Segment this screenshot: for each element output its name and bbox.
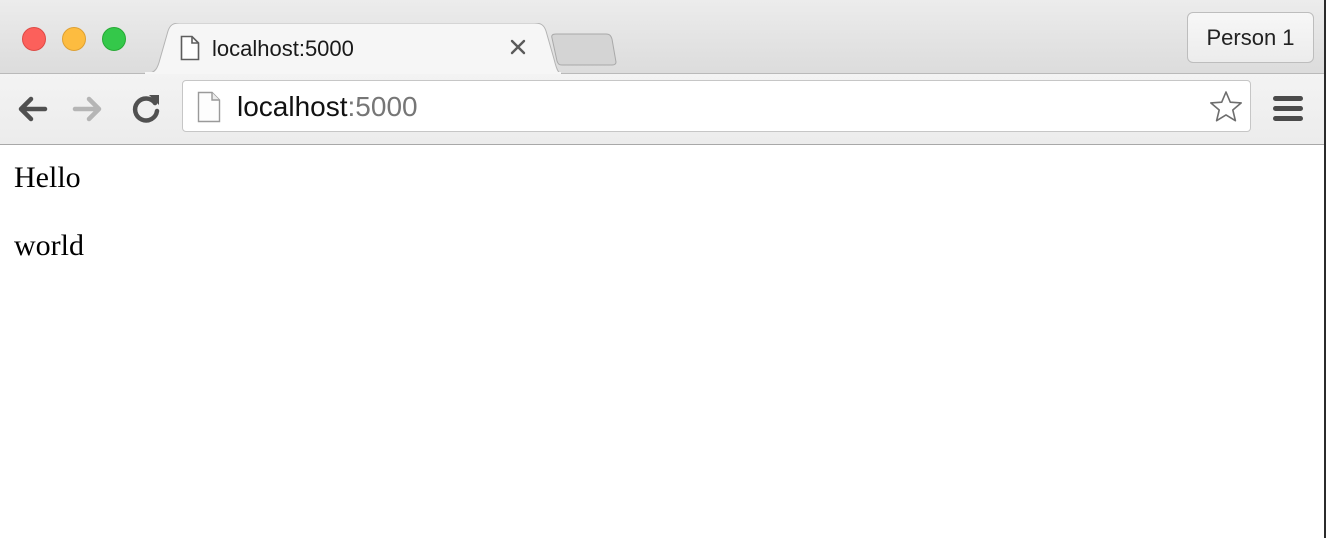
new-tab-button[interactable] [550, 32, 618, 66]
minimize-window-button[interactable] [62, 27, 86, 51]
forward-arrow-icon[interactable] [70, 91, 106, 127]
url-text[interactable]: localhost:5000 [237, 91, 418, 123]
hamburger-menu-icon[interactable] [1272, 91, 1304, 127]
page-icon [197, 91, 221, 123]
paragraph-hello: Hello [14, 161, 81, 194]
back-arrow-icon[interactable] [14, 91, 50, 127]
close-icon[interactable] [508, 37, 528, 57]
address-bar[interactable]: localhost:5000 [182, 80, 1251, 132]
star-icon[interactable] [1208, 89, 1244, 125]
browser-window: localhost:5000 Person 1 localhost:5000 H… [0, 0, 1326, 538]
paragraph-world: world [14, 229, 84, 262]
page-icon [180, 35, 200, 61]
url-port: :5000 [347, 91, 418, 122]
page-content: Hello world [0, 145, 1324, 538]
profile-button[interactable]: Person 1 [1187, 12, 1314, 63]
reload-icon[interactable] [128, 91, 164, 127]
title-bar: localhost:5000 Person 1 [0, 0, 1324, 74]
maximize-window-button[interactable] [102, 27, 126, 51]
tab-title: localhost:5000 [212, 36, 354, 61]
close-window-button[interactable] [22, 27, 46, 51]
toolbar: localhost:5000 [0, 74, 1324, 145]
url-host: localhost [237, 91, 348, 122]
active-tab[interactable]: localhost:5000 [144, 23, 562, 74]
